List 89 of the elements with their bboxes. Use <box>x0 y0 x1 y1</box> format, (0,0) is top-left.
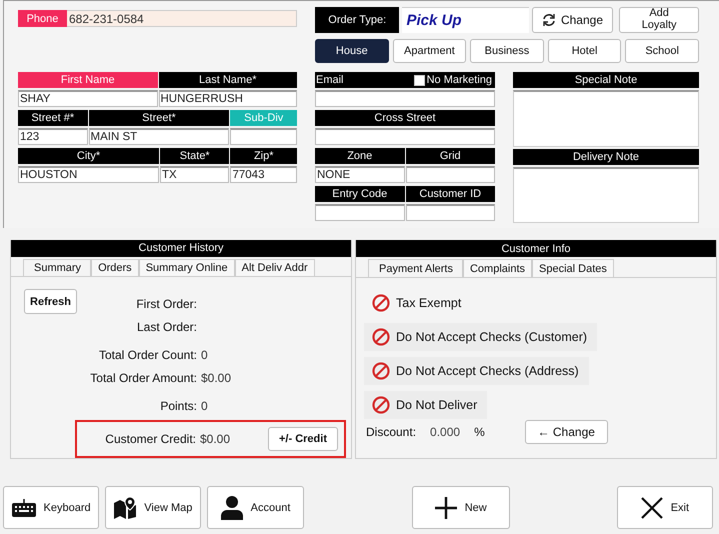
stat-label: Total Order Count: <box>98 346 197 364</box>
new-button[interactable]: New <box>412 486 510 529</box>
field-label: Grid <box>406 148 495 164</box>
email-label: Email <box>316 74 344 86</box>
input-field[interactable] <box>315 128 495 145</box>
alert-label: Do Not Deliver <box>396 398 478 412</box>
tab[interactable]: Alt Deliv Addr <box>234 258 315 276</box>
tab[interactable]: Complaints <box>462 259 532 277</box>
input-field[interactable]: 77043 <box>230 166 297 183</box>
field-label: Customer ID <box>406 186 495 202</box>
input-field[interactable]: MAIN ST <box>88 128 230 145</box>
input-field[interactable]: NONE <box>315 166 404 183</box>
checkbox-label: No Marketing <box>426 74 492 86</box>
field-label: City* <box>18 148 159 164</box>
field-label: Zone <box>315 148 404 164</box>
person-icon <box>220 496 243 520</box>
credit-label: Customer Credit: <box>104 432 196 446</box>
percent-sign: % <box>474 425 485 439</box>
order-type-label: Order Type: <box>315 7 400 33</box>
close-icon <box>640 496 663 518</box>
note-field[interactable] <box>513 167 699 223</box>
stat-label: Points: <box>159 398 197 415</box>
input-field[interactable]: HUNGERRUSH <box>158 90 297 107</box>
field-label: Street* <box>88 110 230 126</box>
input-field[interactable]: HOUSTON <box>18 166 159 183</box>
alert-label: Tax Exempt <box>396 296 462 310</box>
discount-value: 0.000 <box>430 425 460 439</box>
field-label: Street #* <box>18 110 88 126</box>
field-label: Zip* <box>230 148 297 164</box>
panel-title: Customer History <box>11 240 351 257</box>
address-type-button[interactable]: Business <box>470 39 544 63</box>
tab[interactable]: Orders <box>91 258 139 276</box>
panel-title: Customer Info <box>356 240 716 257</box>
credit-value: $0.00 <box>200 432 230 446</box>
exit-button[interactable]: Exit <box>616 486 713 529</box>
tab[interactable]: Summary Online <box>138 258 235 276</box>
plus-icon <box>434 496 457 518</box>
discount-label: Discount: <box>366 425 416 439</box>
stat-value: 0 <box>200 346 209 364</box>
field-label: Cross Street <box>315 110 495 126</box>
input-field[interactable] <box>406 204 495 221</box>
alert-label: Do Not Accept Checks (Customer) <box>396 330 588 344</box>
input-field[interactable]: SHAY <box>18 90 158 107</box>
address-type-button[interactable]: Hotel <box>548 39 622 63</box>
refresh-icon <box>542 13 556 27</box>
note-field[interactable] <box>513 90 699 147</box>
field-label: State* <box>160 148 230 164</box>
address-type-button[interactable]: Apartment <box>392 39 466 63</box>
add-loyalty-button[interactable]: Add Loyalty <box>619 7 699 33</box>
map-pin-icon <box>114 496 136 518</box>
account-button[interactable]: Account <box>207 486 304 529</box>
prohibited-icon <box>372 328 390 346</box>
field-label: Last Name* <box>158 72 297 88</box>
input-field[interactable] <box>315 90 495 107</box>
field-label: Sub-Div <box>230 110 297 126</box>
input-field[interactable] <box>230 128 297 145</box>
stat-label: Last Order: <box>136 318 197 336</box>
tab[interactable]: Payment Alerts <box>368 259 463 277</box>
alert-label: Do Not Accept Checks (Address) <box>396 364 579 378</box>
map-button[interactable]: View Map <box>105 486 202 529</box>
tab[interactable]: Special Dates <box>532 259 614 277</box>
change-button[interactable]: Change <box>532 7 614 33</box>
field-label: Entry Code <box>315 186 404 202</box>
prohibited-icon <box>372 362 390 380</box>
stat-value: 0 <box>200 398 209 415</box>
keyboard-button[interactable]: Keyboard <box>3 486 100 529</box>
note-label: Delivery Note <box>513 149 699 165</box>
refresh-button[interactable]: Refresh <box>24 289 77 314</box>
phone-field[interactable]: 682-231-0584 <box>67 10 297 27</box>
phone-label: Phone <box>18 10 67 27</box>
input-field[interactable] <box>315 204 404 221</box>
field-label: First Name <box>18 72 158 88</box>
prohibited-icon <box>372 396 390 414</box>
input-field[interactable]: TX <box>160 166 230 183</box>
address-type-button[interactable]: House <box>315 39 389 63</box>
checkbox[interactable] <box>414 74 425 86</box>
keyboard-icon <box>12 498 36 516</box>
change-discount-button[interactable]: ← Change <box>524 420 608 444</box>
order-type-value: Pick Up <box>402 7 529 33</box>
note-label: Special Note <box>513 72 699 88</box>
tab[interactable]: Summary <box>23 258 92 276</box>
stat-label: First Order: <box>135 296 197 313</box>
stat-value: $0.00 <box>200 370 232 387</box>
address-type-button[interactable]: School <box>625 39 699 63</box>
input-field[interactable]: 123 <box>18 128 88 145</box>
credit-button[interactable]: +/- Credit <box>268 427 338 452</box>
prohibited-icon <box>372 294 390 312</box>
input-field[interactable] <box>406 166 495 183</box>
stat-label: Total Order Amount: <box>89 370 197 387</box>
